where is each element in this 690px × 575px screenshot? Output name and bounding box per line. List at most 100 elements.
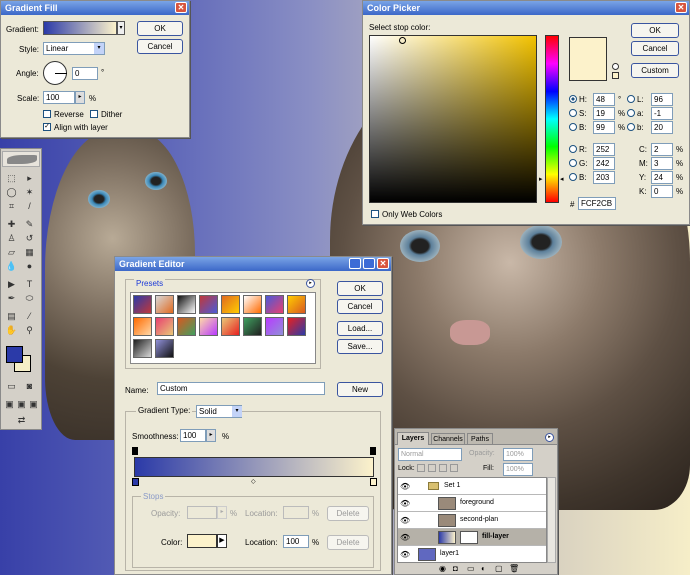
dodge-tool-icon[interactable]: ● xyxy=(23,261,36,272)
notes-tool-icon[interactable]: ▤ xyxy=(5,311,18,322)
close-icon[interactable]: ✕ xyxy=(675,2,687,13)
only-web-colors-checkbox[interactable] xyxy=(371,210,379,218)
tab-channels[interactable]: Channels xyxy=(431,433,465,445)
cancel-button[interactable]: Cancel xyxy=(631,41,679,56)
gradient-preset-swatch[interactable] xyxy=(177,317,196,336)
custom-button[interactable]: Custom xyxy=(631,63,679,78)
gradient-tool-icon[interactable]: ▦ xyxy=(23,247,36,258)
gradient-preset-swatch[interactable] xyxy=(243,295,262,314)
brush-tool-icon[interactable]: ✎ xyxy=(23,219,36,230)
color-mode-radio[interactable] xyxy=(569,145,577,153)
minimize-icon[interactable] xyxy=(349,258,361,269)
gradient-preview[interactable] xyxy=(43,21,117,35)
web-safe-alert-icon[interactable] xyxy=(612,63,619,70)
gradient-preset-swatch[interactable] xyxy=(155,295,174,314)
color-field-cursor[interactable] xyxy=(399,37,406,44)
color-field[interactable] xyxy=(369,35,537,203)
smoothness-stepper-icon[interactable]: ▸ xyxy=(206,429,216,442)
gradient-preset-swatch[interactable] xyxy=(133,339,152,358)
color-value-input[interactable]: 203 xyxy=(593,171,615,184)
lock-all-icon[interactable] xyxy=(450,464,458,472)
type-tool-icon[interactable]: T xyxy=(23,279,36,290)
color-mode-radio[interactable] xyxy=(569,123,577,131)
jump-to-imageready-icon[interactable]: ⇄ xyxy=(15,415,28,426)
chevron-down-icon[interactable]: ▾ xyxy=(117,21,125,35)
layer-row[interactable]: 👁 Set 1 xyxy=(398,478,546,495)
cancel-button[interactable]: Cancel xyxy=(137,39,183,54)
stop-color-menu-icon[interactable]: ▶ xyxy=(217,534,227,548)
color-mode-radio[interactable] xyxy=(627,123,635,131)
gradient-preset-swatch[interactable] xyxy=(199,317,218,336)
color-mode-radio[interactable] xyxy=(627,95,635,103)
color-value-input[interactable]: 99 xyxy=(593,121,615,134)
layer-row[interactable]: 👁 second-plan xyxy=(398,512,546,529)
angle-input[interactable]: 0 xyxy=(72,67,98,80)
midpoint-diamond-icon[interactable]: ◇ xyxy=(251,478,256,485)
hue-slider[interactable] xyxy=(545,35,559,203)
quickmask-mode-icon[interactable]: ◙ xyxy=(23,381,36,392)
new-layer-icon[interactable]: ▢ xyxy=(495,564,503,573)
layers-scrollbar[interactable] xyxy=(547,477,556,563)
lock-transparency-icon[interactable] xyxy=(417,464,425,472)
layer-row[interactable]: 👁 foreground xyxy=(398,495,546,512)
gradient-preset-swatch[interactable] xyxy=(177,295,196,314)
tab-paths[interactable]: Paths xyxy=(467,433,493,445)
color-value-input[interactable]: 48 xyxy=(593,93,615,106)
gradient-preset-swatch[interactable] xyxy=(199,295,218,314)
pen-tool-icon[interactable]: ✒ xyxy=(5,293,18,304)
trash-icon[interactable]: 🗑 xyxy=(509,564,519,573)
gradient-preset-swatch[interactable] xyxy=(265,317,284,336)
color-value-input[interactable]: -1 xyxy=(651,107,673,120)
layer-style-icon[interactable]: ◉ xyxy=(439,564,446,573)
dither-checkbox[interactable] xyxy=(90,110,98,118)
opacity-input[interactable]: 100% xyxy=(503,448,533,461)
history-brush-icon[interactable]: ↺ xyxy=(23,233,36,244)
chevron-down-icon[interactable]: ▾ xyxy=(232,406,242,417)
color-value-input[interactable]: 242 xyxy=(593,157,615,170)
color-value-input[interactable]: 20 xyxy=(651,121,673,134)
gradient-preset-swatch[interactable] xyxy=(287,295,306,314)
gradient-preset-swatch[interactable] xyxy=(221,317,240,336)
eye-icon[interactable]: 👁 xyxy=(400,516,410,526)
palette-menu-icon[interactable]: ▸ xyxy=(545,433,554,442)
color-location-input[interactable]: 100 xyxy=(283,535,309,548)
lasso-tool-icon[interactable]: ◯ xyxy=(5,187,18,198)
align-checkbox[interactable]: ✓ xyxy=(43,123,51,131)
close-icon[interactable]: ✕ xyxy=(175,2,187,13)
color-value-input[interactable]: 0 xyxy=(651,185,673,198)
cancel-button[interactable]: Cancel xyxy=(337,299,383,314)
angle-dial[interactable] xyxy=(43,61,67,85)
presets-menu-icon[interactable]: ▸ xyxy=(306,279,315,288)
healing-brush-icon[interactable]: ✚ xyxy=(5,219,18,230)
gradient-preset-swatch[interactable] xyxy=(221,295,240,314)
slice-tool-icon[interactable]: / xyxy=(23,201,36,212)
new-set-icon[interactable]: ▭ xyxy=(467,564,475,573)
eye-icon[interactable]: 👁 xyxy=(400,550,410,560)
load-button[interactable]: Load... xyxy=(337,321,383,336)
magic-wand-icon[interactable]: ✶ xyxy=(23,187,36,198)
blend-mode-select[interactable]: Normal xyxy=(398,448,462,461)
hue-slider-arrow-icon[interactable]: ◂ xyxy=(560,175,564,183)
mask-icon[interactable]: ◘ xyxy=(453,564,458,573)
hue-slider-arrow-icon[interactable]: ▸ xyxy=(539,175,543,183)
foreground-color-swatch[interactable] xyxy=(6,346,23,363)
zoom-tool-icon[interactable]: ⚲ xyxy=(23,325,36,336)
color-mode-radio[interactable] xyxy=(569,173,577,181)
color-value-input[interactable]: 3 xyxy=(651,157,673,170)
color-stop-right[interactable] xyxy=(370,478,377,486)
lock-image-icon[interactable] xyxy=(428,464,436,472)
stop-color-swatch[interactable] xyxy=(187,534,217,548)
color-value-input[interactable]: 252 xyxy=(593,143,615,156)
eye-icon[interactable]: 👁 xyxy=(400,533,410,543)
color-stop-left[interactable] xyxy=(132,478,139,486)
eraser-tool-icon[interactable]: ▱ xyxy=(5,247,18,258)
gradient-preset-swatch[interactable] xyxy=(133,295,152,314)
color-value-input[interactable]: 24 xyxy=(651,171,673,184)
opacity-stop-left[interactable] xyxy=(132,447,138,455)
gradient-preset-swatch[interactable] xyxy=(155,339,174,358)
save-button[interactable]: Save... xyxy=(337,339,383,354)
tab-layers[interactable]: Layers xyxy=(397,432,429,445)
gradient-preset-swatch[interactable] xyxy=(155,317,174,336)
layer-row[interactable]: 👁 layer1 xyxy=(398,546,546,562)
eyedropper-icon[interactable]: ⁄ xyxy=(23,311,36,322)
